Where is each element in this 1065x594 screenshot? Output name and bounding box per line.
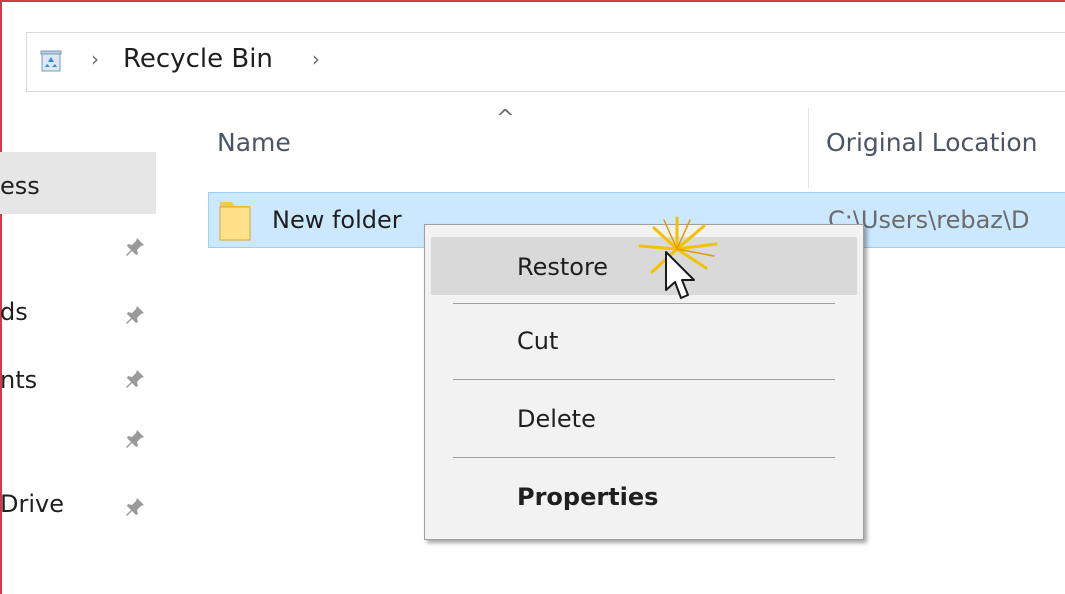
mouse-cursor-icon: [665, 251, 695, 299]
pin-icon: [126, 238, 144, 256]
address-bar[interactable]: › Recycle Bin ›: [26, 32, 1065, 92]
pin-icon: [126, 306, 144, 324]
menu-item-delete[interactable]: Delete: [517, 405, 596, 433]
recycle-bin-icon: [40, 50, 62, 72]
breadcrumb-separator[interactable]: ›: [91, 47, 99, 71]
column-header-name[interactable]: Name: [217, 128, 291, 157]
folder-icon: [219, 202, 251, 241]
column-divider[interactable]: [808, 108, 809, 188]
menu-item-restore[interactable]: Restore: [517, 253, 608, 281]
menu-item-cut[interactable]: Cut: [517, 327, 558, 355]
column-header-original-location[interactable]: Original Location: [826, 128, 1038, 157]
menu-separator: [453, 303, 835, 304]
nav-item-onedrive[interactable]: Drive: [0, 490, 64, 518]
pin-icon: [126, 498, 144, 516]
sort-ascending-icon: ^: [496, 106, 515, 131]
menu-separator: [453, 379, 835, 380]
nav-item-documents[interactable]: nts: [0, 366, 37, 394]
nav-item-quick-access[interactable]: ess: [0, 172, 40, 200]
pin-icon: [126, 430, 144, 448]
nav-item-downloads[interactable]: ds: [0, 298, 28, 326]
menu-item-properties[interactable]: Properties: [517, 483, 658, 511]
breadcrumb-chevron[interactable]: ›: [312, 47, 320, 71]
pin-icon: [126, 370, 144, 388]
breadcrumb-recycle-bin[interactable]: Recycle Bin: [123, 44, 273, 74]
menu-separator: [453, 457, 835, 458]
row-file-name[interactable]: New folder: [272, 206, 402, 234]
